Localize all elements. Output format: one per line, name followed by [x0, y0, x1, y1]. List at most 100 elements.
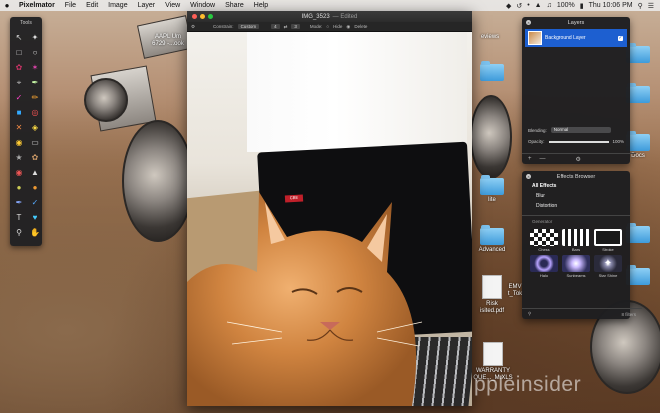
apple-icon[interactable]: ● [0, 1, 14, 10]
blending-label: Blending: [528, 127, 547, 133]
sharpen-tool-icon[interactable]: ▲ [28, 166, 42, 179]
red-eye-icon[interactable]: ◉ [12, 166, 26, 179]
effect-category-all[interactable]: All Effects [522, 182, 630, 192]
width-field[interactable]: 4 [271, 24, 280, 29]
volume-icon[interactable]: ♫ [547, 2, 552, 9]
time-machine-icon[interactable]: ↺ [516, 2, 522, 10]
effect-stroke[interactable]: Stroke [594, 229, 622, 252]
image-window-titlebar[interactable]: IMG_3523 — Edited [187, 11, 472, 22]
effect-star-shine[interactable]: ✦ Star Shine [594, 255, 622, 278]
menu-view[interactable]: View [160, 2, 185, 9]
effect-category-blur[interactable]: Blur [522, 192, 630, 202]
paint-bucket-icon[interactable]: ◈ [28, 121, 42, 134]
effect-label: Sunbeams [566, 273, 586, 278]
effect-bars[interactable]: Bars [562, 229, 590, 252]
effect-chess[interactable]: Chess [530, 229, 558, 252]
battery-percent[interactable]: 100% [557, 2, 575, 9]
magic-wand-icon[interactable]: ✶ [28, 61, 42, 74]
desktop-icon-label: lite [488, 197, 496, 203]
pencil-tool-icon[interactable]: ✏ [28, 91, 42, 104]
dropbox-icon[interactable]: ◆ [506, 2, 511, 10]
layer-visibility-checkbox[interactable]: ✓ [618, 35, 623, 41]
search-icon[interactable]: ⚲ [528, 311, 531, 317]
desktop-icon-document[interactable]: AAPL Um 6729 -...ook [146, 22, 190, 48]
clock[interactable]: Thu 10:06 PM [589, 2, 633, 9]
rect-marquee-icon[interactable]: □ [12, 46, 26, 59]
rover-wheel [470, 95, 512, 179]
document-title: IMG_3523 [301, 13, 330, 20]
layers-footer: + — ⚙ [522, 153, 636, 164]
tools-grid: ↖ ✦ □ ○ ✿ ✶ ⌖ ✒ ✓ ✏ ■ ◎ ✕ ◈ ◉ ▭ ★ ✿ ◉ ▲ … [10, 28, 42, 242]
close-icon[interactable]: × [526, 174, 531, 179]
desktop-icon-label: Advanced [478, 247, 506, 253]
minimize-window-button[interactable] [200, 14, 205, 19]
rover-wheel [122, 120, 194, 242]
menu-edit[interactable]: Edit [81, 2, 103, 9]
hand-tool-icon[interactable]: ✋ [28, 226, 42, 239]
arrange-tool-icon[interactable]: ↖ [12, 31, 26, 44]
opacity-slider[interactable] [548, 140, 609, 143]
shape-tool-icon[interactable]: ■ [12, 106, 26, 119]
mode-delete-radio[interactable]: ◉ [346, 24, 350, 30]
repair-tool-icon[interactable]: ◎ [28, 106, 42, 119]
eyedropper-icon[interactable]: ✒ [28, 76, 42, 89]
close-icon[interactable]: × [526, 20, 531, 25]
bluetooth-icon[interactable]: • [527, 2, 529, 9]
smudge-tool-icon[interactable]: ✿ [28, 151, 42, 164]
sponge-tool-icon[interactable]: ● [12, 181, 26, 194]
watermark: ppleinsider [474, 373, 582, 396]
effects-browser-titlebar[interactable]: × Effects Browser [522, 171, 630, 182]
desktop-icon-folder[interactable] [470, 61, 514, 83]
menu-layer[interactable]: Layer [133, 2, 161, 9]
effect-halo[interactable]: Halo [530, 255, 558, 278]
ellipse-marquee-icon[interactable]: ○ [28, 46, 42, 59]
blending-dropdown[interactable]: Normal [550, 127, 611, 133]
effect-label: Star Shine [598, 273, 618, 278]
layers-panel-title: Layers [567, 19, 585, 26]
freeform-pen-icon[interactable]: ✓ [28, 196, 42, 209]
sunbeams-effect-icon [562, 255, 590, 272]
canvas-photo[interactable]: CBE [187, 32, 472, 406]
spotlight-icon[interactable]: ⚲ [638, 2, 643, 10]
stroke-effect-icon [594, 229, 622, 246]
add-layer-button[interactable]: + [528, 156, 532, 162]
menu-share[interactable]: Share [220, 2, 249, 9]
desktop-icon-folder[interactable]: lite [470, 175, 514, 204]
eraser-tool-icon[interactable]: ▭ [28, 136, 42, 149]
constrain-dropdown[interactable]: Custom [237, 24, 260, 29]
remove-layer-button[interactable]: — [540, 156, 546, 162]
gear-icon[interactable]: ⚙ [191, 24, 195, 30]
zoom-window-button[interactable] [208, 14, 213, 19]
burn-tool-icon[interactable]: ● [28, 181, 42, 194]
crop-tool-icon[interactable]: ⌖ [12, 76, 26, 89]
move-tool-icon[interactable]: ✦ [28, 31, 42, 44]
menu-help[interactable]: Help [249, 2, 273, 9]
notification-center-icon[interactable]: ☰ [648, 2, 654, 10]
heart-shape-icon[interactable]: ♥ [28, 211, 42, 224]
mode-hide-radio[interactable]: ○ [326, 24, 329, 29]
pen-tool-icon[interactable]: ✒ [12, 196, 26, 209]
desktop-icon-folder[interactable]: eviews [468, 34, 512, 41]
layer-row-background[interactable]: Background Layer ✓ [525, 29, 627, 47]
effect-sunbeams[interactable]: Sunbeams [562, 255, 590, 278]
menu-window[interactable]: Window [185, 2, 220, 9]
type-tool-icon[interactable]: ✓ [12, 91, 26, 104]
menu-image[interactable]: Image [103, 2, 132, 9]
clone-stamp-icon[interactable]: ★ [12, 151, 26, 164]
desktop-icon-label: Risk [486, 301, 498, 307]
wifi-icon[interactable]: ▲ [535, 2, 542, 9]
menu-file[interactable]: File [60, 2, 81, 9]
brush-tool-icon[interactable]: ✕ [12, 121, 26, 134]
layer-settings-icon[interactable]: ⚙ [576, 156, 581, 163]
zoom-tool-icon[interactable]: ⚲ [12, 226, 26, 239]
lasso-tool-icon[interactable]: ✿ [12, 61, 26, 74]
effect-category-distortion[interactable]: Distortion [522, 202, 630, 212]
text-tool-icon[interactable]: T [12, 211, 26, 224]
swap-icon[interactable]: ⇄ [284, 24, 288, 30]
height-field[interactable]: 3 [291, 24, 300, 29]
close-window-button[interactable] [192, 14, 197, 19]
layers-panel-titlebar[interactable]: × Layers [522, 17, 630, 28]
gradient-tool-icon[interactable]: ◉ [12, 136, 26, 149]
menu-app-name[interactable]: Pixelmator [14, 2, 60, 9]
desktop-icon-folder[interactable]: Advanced [470, 225, 514, 254]
